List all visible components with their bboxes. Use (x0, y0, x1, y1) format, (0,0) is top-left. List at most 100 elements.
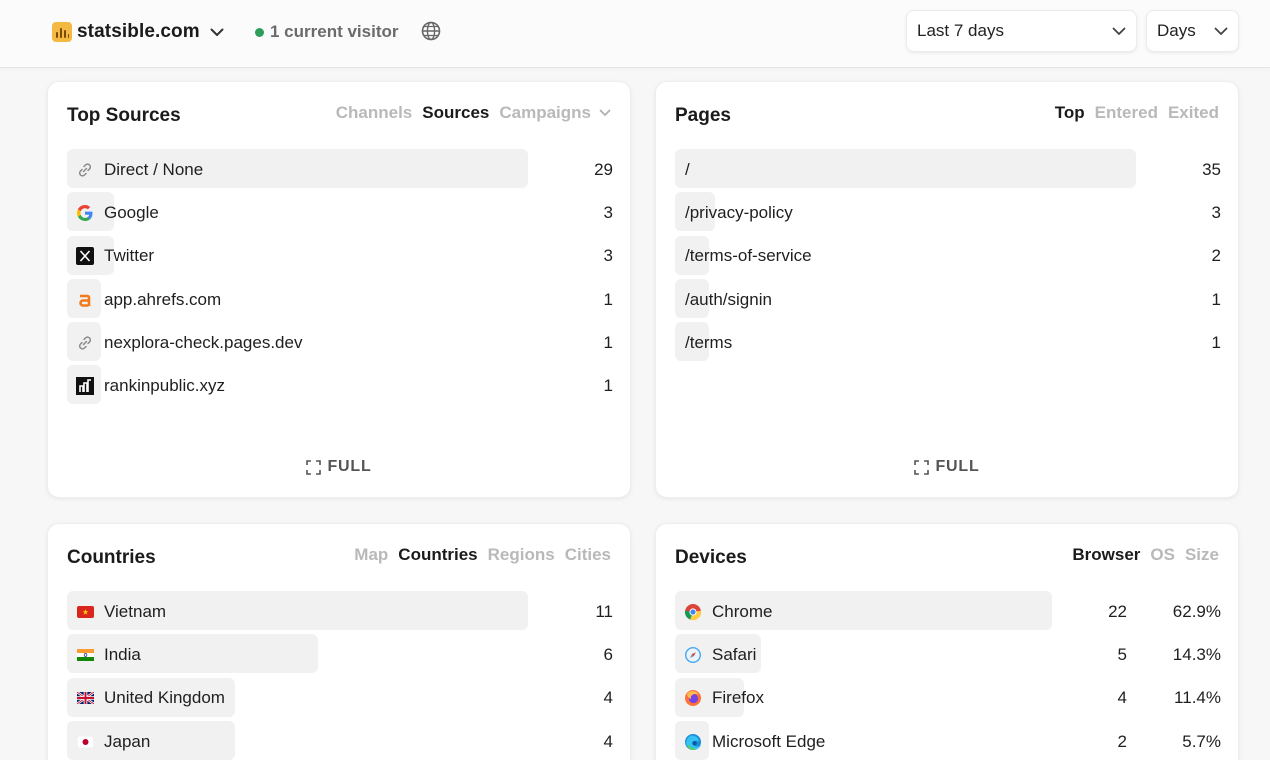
list-item-percent: 14.3% (1172, 644, 1221, 664)
interval-value: Days (1157, 21, 1196, 40)
list-item-value: 1 (1211, 289, 1221, 309)
countries-tabs: Map Countries Regions Cities (354, 545, 611, 565)
list-item-value: 1 (603, 289, 613, 309)
countries-list: Vietnam 11 India 6 United Kingdom 4 Japa… (67, 590, 613, 760)
list-item-label: /terms (685, 332, 733, 352)
list-item[interactable]: app.ahrefs.com 1 (67, 278, 613, 321)
pages-tabs: Top Entered Exited (1055, 103, 1219, 123)
list-item-label: Japan (104, 731, 151, 751)
list-item-value: 1 (603, 332, 613, 352)
top-sources-card: Top Sources Channels Sources Campaigns D… (47, 81, 631, 498)
full-view-button[interactable]: FULL (656, 458, 1238, 476)
tab-cities[interactable]: Cities (565, 545, 611, 565)
list-item[interactable]: Twitter 3 (67, 235, 613, 278)
google-icon (75, 203, 95, 223)
safari-icon (683, 645, 703, 665)
value-bar (675, 149, 1136, 188)
list-item[interactable]: /auth/signin 1 (675, 278, 1221, 321)
x-twitter-icon (75, 246, 95, 266)
expand-icon (306, 459, 322, 475)
tab-regions[interactable]: Regions (488, 545, 555, 565)
list-item-value: 1 (1211, 332, 1221, 352)
tab-countries[interactable]: Countries (398, 545, 477, 565)
tab-browser[interactable]: Browser (1072, 545, 1140, 565)
countries-card: Countries Map Countries Regions Cities V… (47, 523, 631, 760)
tab-os[interactable]: OS (1150, 545, 1175, 565)
list-item[interactable]: Safari 5 14.3% (675, 633, 1221, 676)
interval-select[interactable]: Days (1146, 10, 1239, 52)
list-item-label: app.ahrefs.com (104, 289, 222, 309)
india-flag-icon (75, 645, 95, 665)
rankinpublic-icon (75, 376, 95, 396)
expand-icon (914, 459, 930, 475)
list-item[interactable]: rankinpublic.xyz 1 (67, 364, 613, 407)
firefox-icon (683, 688, 703, 708)
current-visitors-label: 1 current visitor (270, 22, 399, 41)
live-dot-icon (255, 27, 264, 37)
list-item-label: Microsoft Edge (712, 731, 826, 751)
card-title: Top Sources (67, 105, 181, 126)
globe-icon[interactable] (420, 20, 442, 42)
current-visitors[interactable]: 1 current visitor (255, 20, 399, 44)
ahrefs-icon (75, 290, 95, 310)
list-item-value: 4 (1117, 688, 1127, 708)
link-icon (75, 160, 95, 180)
list-item-label: Chrome (712, 601, 773, 621)
statsible-logo-icon (52, 22, 72, 42)
chevron-down-icon (210, 28, 224, 37)
list-item-value: 3 (603, 246, 613, 266)
list-item-value: 29 (594, 159, 613, 179)
japan-flag-icon (75, 732, 95, 752)
list-item-value: 1 (603, 376, 613, 396)
list-item[interactable]: Vietnam 11 (67, 590, 613, 633)
full-view-label: FULL (327, 458, 372, 475)
list-item-label: United Kingdom (104, 688, 225, 708)
chevron-down-icon[interactable] (599, 109, 611, 117)
site-switcher[interactable]: statsible.com (52, 18, 224, 46)
list-item[interactable]: Firefox 4 11.4% (675, 677, 1221, 720)
list-item[interactable]: / 35 (675, 148, 1221, 191)
list-item[interactable]: United Kingdom 4 (67, 677, 613, 720)
tab-exited[interactable]: Exited (1168, 103, 1219, 123)
tab-sources[interactable]: Sources (422, 103, 489, 123)
list-item-value: 2 (1117, 731, 1127, 751)
list-item-label: /privacy-policy (685, 202, 793, 222)
vietnam-flag-icon (75, 602, 95, 622)
link-icon (75, 333, 95, 353)
list-item[interactable]: India 6 (67, 633, 613, 676)
list-item[interactable]: nexplora-check.pages.dev 1 (67, 321, 613, 364)
list-item-label: Twitter (104, 246, 155, 266)
list-item-value: 6 (603, 644, 613, 664)
list-item-label: nexplora-check.pages.dev (104, 332, 303, 352)
devices-card: Devices Browser OS Size Chrome 22 62.9% … (655, 523, 1239, 760)
list-item[interactable]: Google 3 (67, 191, 613, 234)
list-item-value: 3 (1211, 202, 1221, 222)
devices-list: Chrome 22 62.9% Safari 5 14.3% Firefox 4… (675, 590, 1221, 760)
card-title: Devices (675, 547, 747, 568)
tab-top[interactable]: Top (1055, 103, 1085, 123)
list-item-label: / (685, 159, 690, 179)
list-item[interactable]: Direct / None 29 (67, 148, 613, 191)
list-item-label: Direct / None (104, 159, 204, 179)
sources-list: Direct / None 29 Google 3 Twitter 3 app.… (67, 148, 613, 408)
tab-map[interactable]: Map (354, 545, 388, 565)
list-item[interactable]: Microsoft Edge 2 5.7% (675, 720, 1221, 760)
chevron-down-icon (1112, 21, 1126, 41)
list-item-label: Safari (712, 644, 757, 664)
pages-card: Pages Top Entered Exited / 35 /privacy-p… (655, 81, 1239, 498)
tab-campaigns[interactable]: Campaigns (499, 103, 591, 123)
list-item[interactable]: /terms 1 (675, 321, 1221, 364)
tab-entered[interactable]: Entered (1095, 103, 1158, 123)
list-item[interactable]: /terms-of-service 2 (675, 235, 1221, 278)
devices-tabs: Browser OS Size (1072, 545, 1219, 565)
tab-channels[interactable]: Channels (336, 103, 413, 123)
list-item-value: 4 (603, 688, 613, 708)
card-title: Pages (675, 105, 731, 126)
list-item[interactable]: Japan 4 (67, 720, 613, 760)
list-item[interactable]: Chrome 22 62.9% (675, 590, 1221, 633)
tab-size[interactable]: Size (1185, 545, 1219, 565)
date-range-select[interactable]: Last 7 days (906, 10, 1137, 52)
list-item[interactable]: /privacy-policy 3 (675, 191, 1221, 234)
full-view-button[interactable]: FULL (48, 458, 630, 476)
list-item-label: Google (104, 202, 159, 222)
